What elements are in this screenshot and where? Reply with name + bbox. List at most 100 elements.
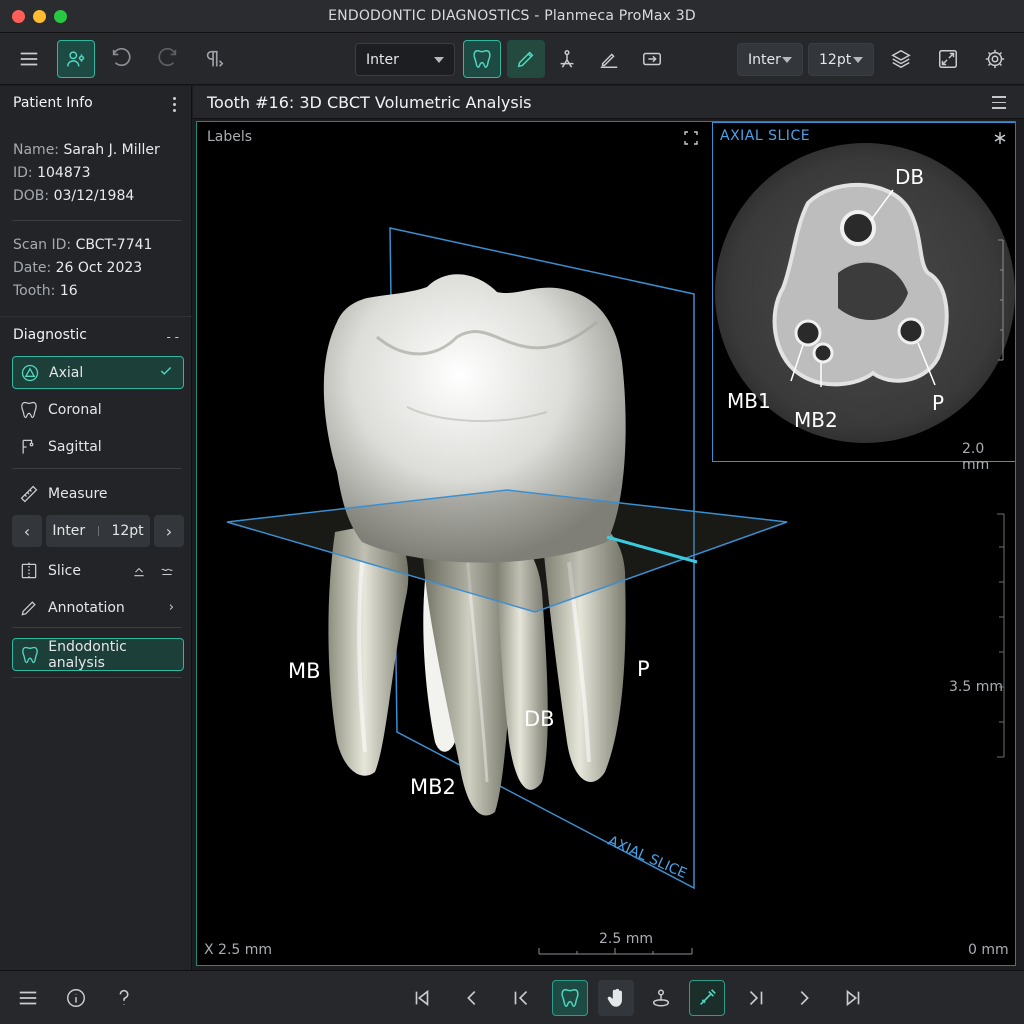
measure-tool[interactable]: Measure (12, 477, 184, 510)
stepper-size: 12pt (111, 523, 144, 539)
export-tool-button[interactable] (633, 40, 671, 78)
font-size-select[interactable]: 12pt (808, 43, 874, 76)
menu-button[interactable] (10, 40, 48, 78)
redo-icon (158, 48, 177, 67)
patient-dob: DOB: 03/12/1984 (13, 188, 135, 204)
endodontic-analysis[interactable]: Endodontic analysis (12, 638, 184, 671)
stepper-value: Inter 12pt (46, 515, 150, 547)
info-icon (67, 989, 85, 1007)
ruler-icon (20, 485, 38, 502)
slice-icon (21, 562, 37, 579)
slice-label: Slice (48, 562, 81, 579)
font-select[interactable]: Inter (355, 43, 455, 76)
chevron-right-icon (800, 990, 809, 1006)
tooth-tool-button[interactable] (463, 40, 501, 78)
annotation-tool[interactable]: Annotation › (12, 591, 184, 624)
first-frame-button[interactable] (404, 980, 440, 1016)
diagnostic-heading: Diagnostic (13, 327, 87, 343)
skip-first-icon (415, 989, 429, 1007)
divider (12, 468, 182, 469)
prev-button[interactable] (454, 980, 490, 1016)
endodontic-label: Endodontic analysis (48, 638, 127, 671)
measure-label: Measure (48, 485, 108, 502)
main-toolbar: Inter Inter 12pt (0, 33, 1024, 85)
canal-label-p: P (932, 391, 945, 415)
scale-bar-label: 2.5 mm (599, 931, 653, 947)
info-button[interactable] (58, 980, 94, 1016)
undo-icon (112, 48, 131, 67)
hamburger-icon (19, 991, 37, 1005)
help-button[interactable] (106, 980, 142, 1016)
layers-button[interactable] (882, 40, 920, 78)
title-bar: ENDODONTIC DIAGNOSTICS - Planmeca ProMax… (0, 0, 1024, 33)
bottom-menu-button[interactable] (10, 980, 46, 1016)
collapse-icon[interactable]: - - (167, 330, 179, 344)
canal-label-mb2: MB2 (794, 408, 838, 432)
tooth-view-button[interactable] (552, 980, 588, 1016)
pen-icon (21, 600, 36, 616)
pin-icon (652, 989, 670, 1007)
patient-tool-button[interactable] (57, 40, 95, 78)
export-icon (643, 52, 661, 66)
format-tool-button[interactable] (195, 40, 233, 78)
redo-button[interactable] (149, 40, 187, 78)
window-title: ENDODONTIC DIAGNOSTICS - Planmeca ProMax… (328, 8, 696, 24)
pan-button[interactable] (598, 980, 634, 1016)
fullscreen-button[interactable] (929, 40, 967, 78)
scan-date: Date: 26 Oct 2023 (13, 260, 143, 276)
axial-slice-inset[interactable]: AXIAL SLICE DB MB1 MB2 P 2.0 mm (712, 122, 1015, 473)
font-stepper: ‹ Inter 12pt › (12, 515, 184, 547)
tooth-number: Tooth: 16 (13, 283, 78, 299)
bottom-toolbar (0, 970, 1024, 1024)
next-slice-button[interactable] (738, 980, 774, 1016)
view-sagittal-label: Sagittal (48, 438, 102, 455)
edit-line-icon (600, 53, 618, 68)
wave-icon (161, 568, 173, 575)
probe-tool-button[interactable] (548, 40, 586, 78)
panel-menu-icon[interactable] (992, 96, 1006, 113)
pencil-icon (517, 51, 534, 68)
chevron-down-icon (782, 56, 792, 63)
expand-icon (939, 50, 957, 68)
stepper-prev-button[interactable]: ‹ (12, 515, 42, 547)
stepper-next-button[interactable]: › (154, 515, 184, 547)
next-button[interactable] (786, 980, 822, 1016)
divider (12, 220, 182, 221)
settings-button[interactable] (976, 40, 1014, 78)
panel-header: Tooth #16: 3D CBCT Volumetric Analysis (193, 86, 1024, 119)
3d-viewport[interactable]: Labels AXIAL SLICE MB MB2 DB P X 2.5 mm … (196, 121, 1016, 966)
triangle-circle-icon (21, 364, 39, 381)
chevron-down-icon (434, 56, 444, 63)
slice-tool[interactable]: Slice (12, 554, 184, 587)
chevron-right-icon: › (168, 600, 174, 615)
root-label-p: P (637, 657, 650, 681)
pencil-tool-button[interactable] (507, 40, 545, 78)
last-frame-button[interactable] (835, 980, 871, 1016)
undo-button[interactable] (102, 40, 140, 78)
hamburger-icon (20, 52, 38, 66)
font-size-value: 12pt (819, 51, 852, 68)
step-back-icon (514, 990, 528, 1006)
tooth-outline-icon (21, 401, 37, 418)
inset-scale-label: 2.0 mm (962, 441, 990, 473)
tooth-icon (473, 50, 491, 68)
prev-slice-button[interactable] (503, 980, 539, 1016)
right-font-select[interactable]: Inter (737, 43, 803, 76)
scale-zero-label: 0 mm (968, 942, 1009, 958)
endo-file-button[interactable] (689, 980, 725, 1016)
draw-tool-button[interactable] (590, 40, 628, 78)
pin-button[interactable] (643, 980, 679, 1016)
more-options-icon[interactable] (173, 97, 177, 115)
view-coronal[interactable]: Coronal (12, 393, 184, 426)
root-label-db: DB (524, 707, 555, 731)
view-sagittal[interactable]: Sagittal (12, 430, 184, 463)
view-axial[interactable]: Axial (12, 356, 184, 389)
chevron-left-icon (467, 990, 476, 1006)
view-axial-label: Axial (49, 364, 84, 381)
slice-options[interactable] (132, 564, 174, 578)
divider (12, 677, 182, 678)
probe-icon (560, 50, 574, 68)
gear-icon (985, 49, 1005, 69)
chevron-down-icon (853, 56, 863, 63)
divider (0, 316, 192, 317)
